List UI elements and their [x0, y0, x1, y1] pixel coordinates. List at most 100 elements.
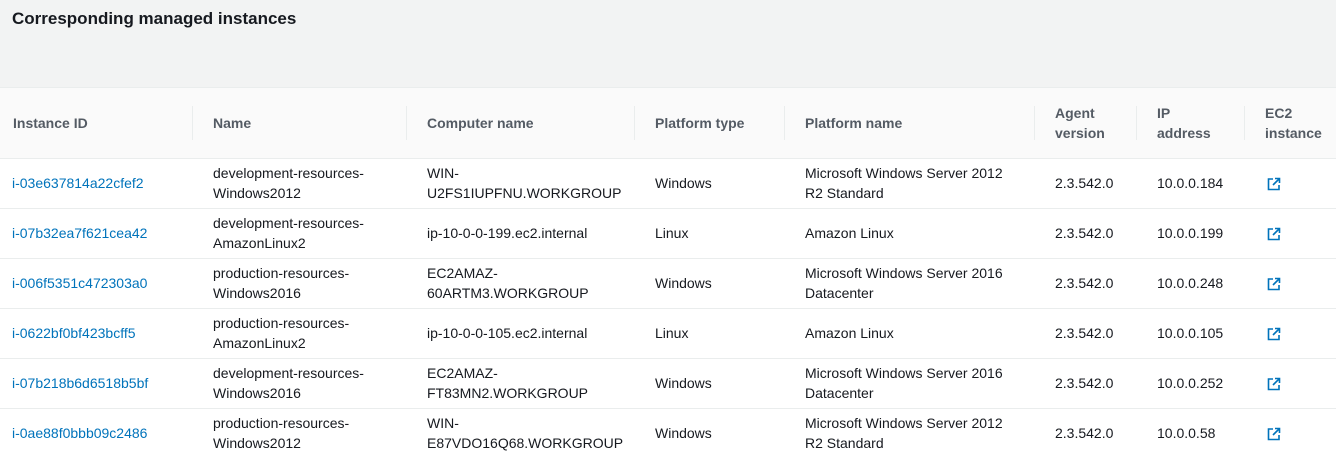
instance-id-link[interactable]: i-03e637814a22cfef2 — [12, 175, 144, 191]
platform-name-line1: Amazon Linux — [805, 225, 894, 241]
table-header-row: Instance ID Name Computer name Platform … — [0, 88, 1336, 159]
platform-name-line2: R2 Standard — [805, 185, 884, 201]
table-row: i-07b218b6d6518b5bf development-resource… — [0, 358, 1336, 409]
platform-name-cell: Amazon Linux — [785, 208, 1035, 259]
ip-address-header-line1: IP — [1157, 104, 1171, 121]
platform-name-line1: Microsoft Windows Server 2012 — [805, 415, 1003, 431]
column-header-agent-version[interactable]: Agent version — [1035, 88, 1137, 159]
panel-title: Corresponding managed instances — [12, 9, 297, 28]
platform-type-cell: Linux — [635, 208, 785, 259]
agent-version-cell: 2.3.542.0 — [1035, 158, 1137, 209]
column-header-ec2-instance[interactable]: EC2 instance — [1245, 88, 1336, 159]
column-header-instance-id[interactable]: Instance ID — [0, 88, 193, 159]
instance-id-link[interactable]: i-07b32ea7f621cea42 — [12, 225, 147, 241]
external-link-icon[interactable] — [1267, 427, 1281, 441]
instance-id-cell: i-0622bf0bf423bcff5 — [0, 308, 193, 359]
agent-version-header-line2: version — [1055, 124, 1105, 141]
platform-name-line1: Amazon Linux — [805, 325, 894, 341]
ec2-instance-cell — [1245, 208, 1336, 259]
platform-type-cell: Windows — [635, 408, 785, 457]
name-line1: production-resources- — [213, 315, 350, 331]
name-line1: development-resources- — [213, 215, 364, 231]
platform-name-line1: Microsoft Windows Server 2012 — [805, 165, 1003, 181]
agent-version-cell: 2.3.542.0 — [1035, 258, 1137, 309]
name-line2: Windows2016 — [213, 285, 301, 301]
computer-name-cell: WIN- U2FS1IUPFNU.WORKGROUP — [407, 158, 635, 209]
computer-name-line2: E87VDO16Q68.WORKGROUP — [427, 435, 624, 451]
table-body: i-03e637814a22cfef2 development-resource… — [0, 158, 1336, 457]
name-cell: development-resources- Windows2016 — [193, 358, 407, 409]
computer-name-line1: EC2AMAZ- — [427, 265, 498, 281]
column-header-ip-address[interactable]: IP address — [1137, 88, 1245, 159]
agent-version-cell: 2.3.542.0 — [1035, 408, 1137, 457]
instance-id-link[interactable]: i-07b218b6d6518b5bf — [12, 375, 148, 391]
platform-name-cell: Microsoft Windows Server 2016 Datacenter — [785, 258, 1035, 309]
platform-type-cell: Windows — [635, 158, 785, 209]
name-cell: development-resources- AmazonLinux2 — [193, 208, 407, 259]
computer-name-line2: U2FS1IUPFNU.WORKGROUP — [427, 185, 622, 201]
name-line2: Windows2012 — [213, 435, 301, 451]
ec2-instance-cell — [1245, 358, 1336, 409]
instance-id-cell: i-006f5351c472303a0 — [0, 258, 193, 309]
computer-name-cell: ip-10-0-0-199.ec2.internal — [407, 208, 635, 259]
instance-id-cell: i-0ae88f0bbb09c2486 — [0, 408, 193, 457]
platform-name-line2: R2 Standard — [805, 435, 884, 451]
name-line1: development-resources- — [213, 165, 364, 181]
platform-type-cell: Windows — [635, 358, 785, 409]
name-cell: development-resources- Windows2012 — [193, 158, 407, 209]
external-link-icon[interactable] — [1267, 277, 1281, 291]
computer-name-cell: EC2AMAZ- FT83MN2.WORKGROUP — [407, 358, 635, 409]
computer-name-line1: WIN- — [427, 165, 459, 181]
platform-name-line2: Datacenter — [805, 285, 874, 301]
computer-name-line2: 60ARTM3.WORKGROUP — [427, 285, 589, 301]
agent-version-cell: 2.3.542.0 — [1035, 208, 1137, 259]
instance-id-link[interactable]: i-0ae88f0bbb09c2486 — [12, 425, 147, 441]
ec2-instance-cell — [1245, 308, 1336, 359]
column-header-platform-name[interactable]: Platform name — [785, 88, 1035, 159]
name-line1: production-resources- — [213, 265, 350, 281]
ip-address-cell: 10.0.0.105 — [1137, 308, 1245, 359]
ip-address-header-line2: address — [1157, 124, 1211, 141]
ec2-instance-cell — [1245, 258, 1336, 309]
instance-id-cell: i-07b218b6d6518b5bf — [0, 358, 193, 409]
name-cell: production-resources- Windows2012 — [193, 408, 407, 457]
name-cell: production-resources- AmazonLinux2 — [193, 308, 407, 359]
column-header-computer-name[interactable]: Computer name — [407, 88, 635, 159]
ip-address-cell: 10.0.0.199 — [1137, 208, 1245, 259]
agent-version-cell: 2.3.542.0 — [1035, 358, 1137, 409]
agent-version-header-line1: Agent — [1055, 104, 1095, 121]
external-link-icon[interactable] — [1267, 177, 1281, 191]
name-line2: AmazonLinux2 — [213, 235, 306, 251]
external-link-icon[interactable] — [1267, 377, 1281, 391]
column-header-platform-type[interactable]: Platform type — [635, 88, 785, 159]
external-link-icon[interactable] — [1267, 327, 1281, 341]
instance-id-link[interactable]: i-0622bf0bf423bcff5 — [12, 325, 136, 341]
table-row: i-07b32ea7f621cea42 development-resource… — [0, 208, 1336, 259]
external-link-icon[interactable] — [1267, 227, 1281, 241]
computer-name-cell: EC2AMAZ- 60ARTM3.WORKGROUP — [407, 258, 635, 309]
computer-name-line1: WIN- — [427, 415, 459, 431]
name-line1: development-resources- — [213, 365, 364, 381]
ip-address-cell: 10.0.0.184 — [1137, 158, 1245, 209]
computer-name-line1: ip-10-0-0-105.ec2.internal — [427, 325, 588, 341]
ec2-instance-header-line2: instance — [1265, 124, 1322, 141]
ec2-instance-cell — [1245, 408, 1336, 457]
computer-name-cell: WIN- E87VDO16Q68.WORKGROUP — [407, 408, 635, 457]
platform-name-line1: Microsoft Windows Server 2016 — [805, 265, 1003, 281]
computer-name-line1: ip-10-0-0-199.ec2.internal — [427, 225, 588, 241]
instance-id-cell: i-07b32ea7f621cea42 — [0, 208, 193, 259]
name-line1: production-resources- — [213, 415, 350, 431]
ip-address-cell: 10.0.0.58 — [1137, 408, 1245, 457]
table-header: Instance ID Name Computer name Platform … — [0, 88, 1336, 159]
platform-name-line1: Microsoft Windows Server 2016 — [805, 365, 1003, 381]
platform-name-cell: Amazon Linux — [785, 308, 1035, 359]
name-line2: Windows2012 — [213, 185, 301, 201]
panel-header: Corresponding managed instances — [0, 0, 1336, 88]
name-cell: production-resources- Windows2016 — [193, 258, 407, 309]
ec2-instance-header-line1: EC2 — [1265, 104, 1293, 121]
instance-id-link[interactable]: i-006f5351c472303a0 — [12, 275, 147, 291]
platform-type-cell: Linux — [635, 308, 785, 359]
table-row: i-03e637814a22cfef2 development-resource… — [0, 158, 1336, 209]
column-header-name[interactable]: Name — [193, 88, 407, 159]
computer-name-line1: EC2AMAZ- — [427, 365, 498, 381]
